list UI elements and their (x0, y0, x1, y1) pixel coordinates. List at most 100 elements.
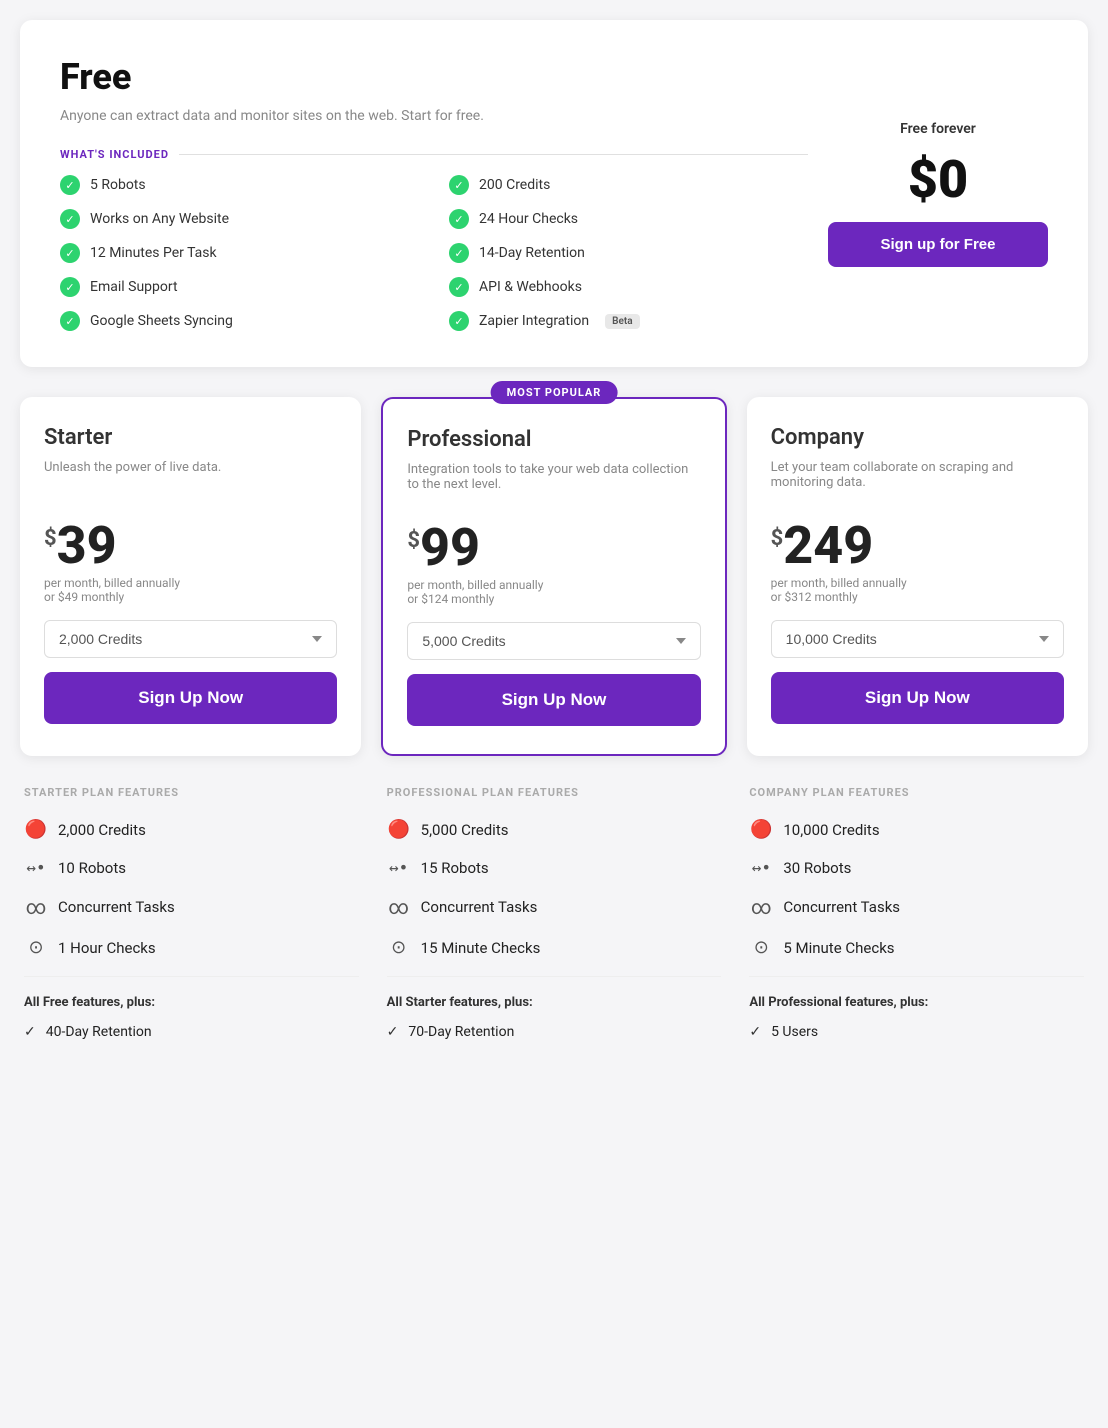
checkmark-icon: ✓ (749, 1024, 761, 1040)
feature-label: Concurrent Tasks (58, 898, 175, 916)
credits-icon: 🔴 (749, 819, 773, 840)
list-item: ✓ 24 Hour Checks (449, 209, 808, 229)
clock-icon: ⊙ (24, 937, 48, 958)
company-credits-select[interactable]: 10,000 Credits (771, 620, 1064, 658)
credits-icon: 🔴 (24, 819, 48, 840)
list-item: ↔• 30 Robots (749, 858, 1084, 877)
professional-features-title: PROFESSIONAL PLAN FEATURES (387, 786, 722, 799)
list-item: ⊙ 5 Minute Checks (749, 937, 1084, 958)
feature-label: 10,000 Credits (783, 821, 879, 839)
all-features-label: All Starter features, plus: (387, 995, 722, 1010)
list-item: 🔴 10,000 Credits (749, 819, 1084, 840)
feature-label: 15 Minute Checks (421, 939, 541, 957)
starter-plan-card: Starter Unleash the power of live data. … (20, 397, 361, 756)
check-icon: ✓ (60, 175, 80, 195)
starter-price-row: $ 39 (44, 520, 337, 572)
list-item: ✓ Email Support (60, 277, 419, 297)
company-features-title: COMPANY PLAN FEATURES (749, 786, 1084, 799)
beta-badge: Beta (605, 314, 639, 329)
check-icon: ✓ (60, 277, 80, 297)
check-icon: ✓ (60, 243, 80, 263)
feature-label: Works on Any Website (90, 211, 229, 227)
starter-credits-select[interactable]: 2,000 Credits (44, 620, 337, 658)
free-forever-label: Free forever (900, 121, 976, 137)
company-plan-card: Company Let your team collaborate on scr… (747, 397, 1088, 756)
feature-label: 5,000 Credits (421, 821, 509, 839)
starter-features-col: STARTER PLAN FEATURES 🔴 2,000 Credits ↔•… (20, 786, 363, 1050)
starter-plan-desc: Unleash the power of live data. (44, 460, 337, 500)
list-item: ↔• 15 Robots (387, 858, 722, 877)
feature-label: 15 Robots (421, 859, 489, 877)
most-popular-badge: MOST POPULAR (491, 381, 618, 404)
company-price-billing: per month, billed annuallyor $312 monthl… (771, 576, 1064, 604)
professional-signup-button[interactable]: Sign Up Now (407, 674, 700, 726)
feature-label: 30 Robots (783, 859, 851, 877)
list-item: ✓ Zapier Integration Beta (449, 311, 808, 331)
list-item: ∞ Concurrent Tasks (387, 895, 722, 919)
feature-label: 24 Hour Checks (479, 211, 578, 227)
feature-label: 2,000 Credits (58, 821, 146, 839)
free-plan-right: Free forever $0 Sign up for Free (828, 56, 1048, 331)
check-icon: ✓ (60, 311, 80, 331)
free-features-grid: ✓ 5 Robots ✓ Works on Any Website ✓ 12 M… (60, 175, 808, 331)
check-icon: ✓ (449, 243, 469, 263)
infinity-icon: ∞ (24, 895, 48, 919)
infinity-icon: ∞ (749, 895, 773, 919)
all-features-label: All Free features, plus: (24, 995, 359, 1010)
free-plan-card: Free Anyone can extract data and monitor… (20, 20, 1088, 367)
signup-free-button[interactable]: Sign up for Free (828, 222, 1048, 267)
professional-price-dollar: $ (407, 528, 420, 553)
checkmark-icon: ✓ (387, 1024, 399, 1040)
list-item: 🔴 2,000 Credits (24, 819, 359, 840)
check-icon: ✓ (449, 175, 469, 195)
divider (749, 976, 1084, 977)
professional-plan-desc: Integration tools to take your web data … (407, 462, 700, 502)
feature-label: 5 Minute Checks (783, 939, 894, 957)
professional-credits-select[interactable]: 5,000 Credits (407, 622, 700, 660)
list-item: ✓ 200 Credits (449, 175, 808, 195)
list-item: 🔴 5,000 Credits (387, 819, 722, 840)
feature-label: 200 Credits (479, 177, 550, 193)
feature-label: 1 Hour Checks (58, 939, 156, 957)
feature-label: 12 Minutes Per Task (90, 245, 217, 261)
company-signup-button[interactable]: Sign Up Now (771, 672, 1064, 724)
company-plan-name: Company (771, 425, 1064, 450)
pricing-cards-row: Starter Unleash the power of live data. … (20, 397, 1088, 756)
check-icon: ✓ (449, 277, 469, 297)
starter-price-amount: 39 (57, 520, 117, 572)
feature-label: Email Support (90, 279, 178, 295)
professional-price-row: $ 99 (407, 522, 700, 574)
starter-plan-name: Starter (44, 425, 337, 450)
all-features-label: All Professional features, plus: (749, 995, 1084, 1010)
starter-features-title: STARTER PLAN FEATURES (24, 786, 359, 799)
list-item: ✓ API & Webhooks (449, 277, 808, 297)
list-item: ✓ 70-Day Retention (387, 1024, 722, 1040)
company-price-amount: 249 (783, 520, 873, 572)
infinity-icon: ∞ (387, 895, 411, 919)
list-item: ✓ 5 Robots (60, 175, 419, 195)
free-plan-left: Free Anyone can extract data and monitor… (60, 56, 808, 331)
company-price-row: $ 249 (771, 520, 1064, 572)
check-icon: ✓ (449, 311, 469, 331)
credits-icon: 🔴 (387, 819, 411, 840)
professional-plan-name: Professional (407, 427, 700, 452)
list-item: ∞ Concurrent Tasks (749, 895, 1084, 919)
robots-icon: ↔• (24, 858, 48, 877)
free-plan-title: Free (60, 56, 808, 98)
professional-price-amount: 99 (420, 522, 480, 574)
list-item: ⊙ 1 Hour Checks (24, 937, 359, 958)
check-icon: ✓ (449, 209, 469, 229)
features-sections: STARTER PLAN FEATURES 🔴 2,000 Credits ↔•… (20, 786, 1088, 1050)
free-features-col1: ✓ 5 Robots ✓ Works on Any Website ✓ 12 M… (60, 175, 419, 331)
starter-signup-button[interactable]: Sign Up Now (44, 672, 337, 724)
list-item: ✓ 5 Users (749, 1024, 1084, 1040)
professional-price-billing: per month, billed annuallyor $124 monthl… (407, 578, 700, 606)
clock-icon: ⊙ (387, 937, 411, 958)
list-item: ↔• 10 Robots (24, 858, 359, 877)
whats-included-label: WHAT'S INCLUDED (60, 148, 808, 161)
robots-icon: ↔• (387, 858, 411, 877)
free-features-col2: ✓ 200 Credits ✓ 24 Hour Checks ✓ 14-Day … (449, 175, 808, 331)
list-item: ✓ 40-Day Retention (24, 1024, 359, 1040)
feature-label: Zapier Integration (479, 313, 589, 329)
checkmark-icon: ✓ (24, 1024, 36, 1040)
